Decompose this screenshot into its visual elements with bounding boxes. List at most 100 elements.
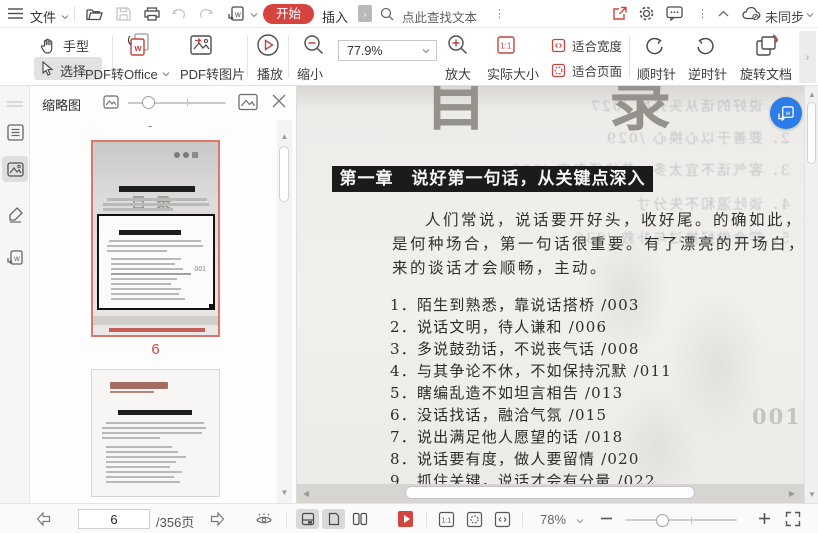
vertical-scrollbar[interactable]: ▲ ▼ xyxy=(804,86,818,503)
zoom-combobox[interactable]: 77.9% xyxy=(338,40,437,61)
share-icon[interactable] xyxy=(612,6,628,21)
zoom-combobox-value: 77.9% xyxy=(347,43,383,58)
sidebar-scroll-up-icon[interactable]: ▲ xyxy=(277,132,292,141)
open-file-icon[interactable] xyxy=(86,7,103,21)
view-mode-single-button[interactable] xyxy=(322,509,345,529)
scroll-left-icon[interactable]: ◀ xyxy=(301,489,311,498)
collapse-dash: - xyxy=(148,118,153,133)
pdf-to-image-label: PDF转图片 xyxy=(180,67,246,82)
main-menu-icon[interactable] xyxy=(8,7,23,20)
thumb-line xyxy=(106,461,176,463)
rotate-ccw-button[interactable]: 逆时针 xyxy=(688,64,727,83)
pdf-page[interactable]: 1．说好的话从头开始 /027 2．要善于以心换心 /029 3．客气话不宜太多… xyxy=(297,86,804,484)
statusbar-zoom-caret-icon[interactable] xyxy=(576,517,584,525)
undo-icon[interactable] xyxy=(172,8,187,20)
scroll-right-icon[interactable]: ▶ xyxy=(787,489,797,498)
rotate-cw-button[interactable]: 顺时针 xyxy=(637,64,676,83)
hand-icon xyxy=(40,38,53,54)
export-caret-icon[interactable] xyxy=(250,11,258,19)
statusbar-fit-width-button[interactable] xyxy=(494,511,511,528)
thumbnail-page-7[interactable] xyxy=(91,369,220,497)
toc-item: 2．说话文明，待人谦和 /006 xyxy=(390,318,608,336)
thumbnails-panel-icon[interactable] xyxy=(5,159,25,179)
slideshow-play-button[interactable] xyxy=(398,511,413,527)
scroll-up-icon[interactable]: ▲ xyxy=(805,90,818,99)
thumb-size-slider-knob[interactable] xyxy=(142,96,155,109)
thumbnail-viewport-indicator[interactable]: 001 xyxy=(97,214,215,310)
sidebar-scrollbar[interactable]: ▲ ▼ xyxy=(277,120,292,503)
zoom-in-button[interactable]: 放大 xyxy=(445,64,471,83)
statusbar-fit-page-button[interactable] xyxy=(466,511,483,528)
statusbar-zoom-out-button[interactable] xyxy=(600,512,613,525)
thumb-size-small-icon[interactable] xyxy=(103,94,119,115)
search-more-icon[interactable]: ⋮ xyxy=(494,9,505,20)
rotate-doc-button[interactable]: 旋转文档 xyxy=(740,64,792,83)
file-menu[interactable]: 文件 xyxy=(30,7,69,26)
print-icon[interactable] xyxy=(144,7,160,21)
fit-width-button[interactable]: 适合宽度 xyxy=(551,36,622,55)
collapse-ribbon-icon[interactable] xyxy=(718,10,729,17)
next-page-button[interactable] xyxy=(210,512,225,526)
thumbnail-page-6[interactable]: 目录 xyxy=(91,140,220,337)
horizontal-scroll-thumb[interactable] xyxy=(405,486,695,499)
redo-icon[interactable] xyxy=(198,8,213,20)
prev-page-button[interactable] xyxy=(36,512,51,526)
thumb-line xyxy=(109,240,201,242)
search-input[interactable]: 点此查找文本 xyxy=(402,7,477,26)
search-icon[interactable] xyxy=(380,7,394,21)
sidebar-scroll-down-icon[interactable]: ▼ xyxy=(277,488,292,497)
statusbar-zoom-in-button[interactable] xyxy=(758,512,771,525)
cloud-sync-icon[interactable] xyxy=(742,6,761,21)
play-button[interactable]: 播放 xyxy=(257,64,283,83)
thumb-size-large-icon[interactable] xyxy=(238,92,258,117)
sign-pen-icon[interactable] xyxy=(5,204,25,224)
sync-status[interactable]: 未同步 xyxy=(765,7,804,26)
thumb-line xyxy=(106,471,182,473)
page-number-input[interactable] xyxy=(78,509,150,529)
scroll-down-icon[interactable]: ▼ xyxy=(805,490,818,499)
zoom-out-icon xyxy=(303,34,324,55)
thumb-line xyxy=(102,427,206,429)
vertical-scroll-thumb[interactable] xyxy=(807,102,816,164)
more-menu-icon[interactable]: ⋮ xyxy=(697,9,708,20)
export-to-word-icon[interactable]: w xyxy=(228,6,245,22)
tab-insert-label: 插入 xyxy=(322,10,349,25)
viewport-resize-handle[interactable] xyxy=(209,304,215,310)
thumb-line xyxy=(106,422,204,424)
thumb-line xyxy=(106,466,170,468)
paragraph-line: 是何种场合，第一句话很重要。有了漂亮的开场白，接下 xyxy=(392,235,804,253)
settings-gear-icon[interactable] xyxy=(638,5,655,22)
eye-protect-icon[interactable] xyxy=(255,512,273,527)
actual-size-button[interactable]: 实际大小 xyxy=(487,64,539,83)
tab-overflow-button[interactable]: › xyxy=(358,5,372,22)
zoom-out-button[interactable]: 缩小 xyxy=(297,64,323,83)
comment-icon[interactable] xyxy=(666,6,683,21)
rail-drag-handle[interactable] xyxy=(5,94,25,114)
tab-start[interactable]: 开始 xyxy=(263,4,315,24)
toolbar-expand-button[interactable]: › xyxy=(799,31,816,83)
statusbar-zoom-slider-knob[interactable] xyxy=(656,513,669,527)
statusbar-separator xyxy=(522,511,523,527)
statusbar-actual-size-button[interactable]: 1:1 xyxy=(438,511,455,528)
zoom-in-label: 放大 xyxy=(445,67,472,82)
view-mode-scroll-button[interactable] xyxy=(296,509,319,529)
statusbar-zoom-slider[interactable] xyxy=(625,519,737,521)
save-icon[interactable] xyxy=(116,7,131,21)
export-word-fab[interactable]: w xyxy=(770,97,802,129)
sidebar-scroll-thumb[interactable] xyxy=(279,146,289,202)
tab-insert[interactable]: 插入 xyxy=(322,7,348,26)
toc-item: 6．没话找话，融洽气氛 /015 xyxy=(390,406,608,424)
hand-tool-button[interactable]: 手型 xyxy=(40,36,89,55)
fullscreen-button[interactable] xyxy=(785,511,801,527)
view-mode-double-button[interactable] xyxy=(348,509,371,529)
sync-caret-icon[interactable] xyxy=(806,11,814,19)
fit-page-button[interactable]: 适合页面 xyxy=(551,61,622,80)
pdf-to-office-button[interactable]: PDF转Office xyxy=(85,64,170,83)
panel-close-icon[interactable] xyxy=(270,92,288,115)
statusbar-zoom-value[interactable]: 78% xyxy=(540,512,566,527)
bookmarks-panel-icon[interactable] xyxy=(5,122,25,142)
horizontal-scrollbar[interactable]: ◀ ▶ xyxy=(297,484,804,503)
pdf-to-image-button[interactable]: PDF转图片 xyxy=(180,64,245,83)
rail-export-word-icon[interactable]: w xyxy=(5,248,25,268)
toc-item: 9．抓住关键，说话才会有分量 /022 xyxy=(390,472,656,484)
